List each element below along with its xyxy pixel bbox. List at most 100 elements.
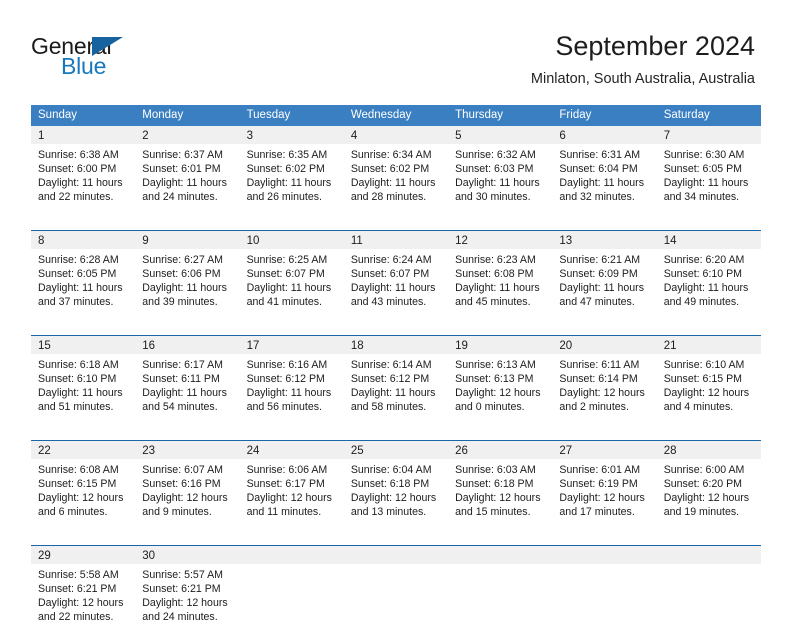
week-spacer bbox=[31, 321, 761, 335]
day-details: Sunrise: 6:16 AM Sunset: 6:12 PM Daylight:… bbox=[240, 354, 344, 426]
day-number-band: 9 bbox=[135, 231, 240, 249]
sunrise-text: Sunrise: 6:21 AM bbox=[559, 254, 641, 266]
day-number: 10 bbox=[246, 235, 260, 247]
day-cell-empty bbox=[552, 546, 657, 640]
sunrise-text: Sunrise: 6:35 AM bbox=[246, 149, 328, 161]
daylight-text-line2: and 37 minutes. bbox=[38, 296, 114, 308]
daylight-text-line1: Daylight: 11 hours bbox=[38, 282, 123, 294]
sunset-text: Sunset: 6:04 PM bbox=[559, 163, 638, 175]
sunrise-text: Sunrise: 6:34 AM bbox=[350, 149, 432, 161]
daylight-text-line2: and 51 minutes. bbox=[38, 401, 114, 413]
calendar-weeks: 1 Sunrise: 6:38 AM Sunset: 6:00 PM Daylight… bbox=[31, 126, 761, 640]
day-cell[interactable]: 6 Sunrise: 6:31 AM Sunset: 6:04 PM Daylight… bbox=[552, 126, 657, 216]
day-details: Sunrise: 6:34 AM Sunset: 6:02 PM Daylight:… bbox=[344, 144, 448, 216]
day-details: Sunrise: 6:14 AM Sunset: 6:12 PM Daylight:… bbox=[344, 354, 448, 426]
day-number-band: 29 bbox=[31, 546, 136, 564]
day-cell[interactable]: 8 Sunrise: 6:28 AM Sunset: 6:05 PM Daylight… bbox=[31, 231, 136, 321]
daylight-text-line1: Daylight: 12 hours bbox=[663, 387, 750, 399]
day-cell[interactable]: 2 Sunrise: 6:37 AM Sunset: 6:01 PM Daylight… bbox=[135, 126, 240, 216]
day-number-band: 23 bbox=[135, 441, 240, 459]
day-number: 6 bbox=[559, 130, 566, 142]
day-details: Sunrise: 6:28 AM Sunset: 6:05 PM Daylight:… bbox=[31, 249, 135, 321]
sunset-text: Sunset: 6:11 PM bbox=[142, 373, 220, 385]
day-cell[interactable]: 4 Sunrise: 6:34 AM Sunset: 6:02 PM Daylight… bbox=[343, 126, 449, 216]
daylight-text-line2: and 17 minutes. bbox=[559, 506, 635, 518]
sunset-text: Sunset: 6:06 PM bbox=[142, 268, 221, 280]
daylight-text-line1: Daylight: 11 hours bbox=[38, 387, 123, 399]
day-cell[interactable]: 16 Sunrise: 6:17 AM Sunset: 6:11 PM Dayligh… bbox=[135, 336, 240, 426]
day-cell[interactable]: 18 Sunrise: 6:14 AM Sunset: 6:12 PM Dayligh… bbox=[343, 336, 449, 426]
sunset-text: Sunset: 6:16 PM bbox=[142, 478, 221, 490]
day-cell[interactable]: 22 Sunrise: 6:08 AM Sunset: 6:15 PM Dayligh… bbox=[31, 441, 136, 531]
day-number-band: 24 bbox=[239, 441, 344, 459]
day-cell[interactable]: 9 Sunrise: 6:27 AM Sunset: 6:06 PM Daylight… bbox=[135, 231, 240, 321]
day-number: 24 bbox=[246, 445, 260, 457]
day-cell[interactable]: 5 Sunrise: 6:32 AM Sunset: 6:03 PM Daylight… bbox=[448, 126, 553, 216]
daylight-text-line2: and 34 minutes. bbox=[663, 191, 740, 203]
day-number: 13 bbox=[559, 235, 573, 247]
day-cell[interactable]: 24 Sunrise: 6:06 AM Sunset: 6:17 PM Dayligh… bbox=[239, 441, 344, 531]
day-cell[interactable]: 3 Sunrise: 6:35 AM Sunset: 6:02 PM Daylight… bbox=[239, 126, 344, 216]
sunrise-text: Sunrise: 6:14 AM bbox=[350, 359, 432, 371]
day-details bbox=[657, 564, 761, 636]
day-details: Sunrise: 6:24 AM Sunset: 6:07 PM Daylight:… bbox=[344, 249, 448, 321]
day-cell[interactable]: 30 Sunrise: 5:57 AM Sunset: 6:21 PM Dayligh… bbox=[135, 546, 240, 640]
day-cell[interactable]: 10 Sunrise: 6:25 AM Sunset: 6:07 PM Dayligh… bbox=[239, 231, 344, 321]
sunset-text: Sunset: 6:08 PM bbox=[455, 268, 534, 280]
sunset-text: Sunset: 6:03 PM bbox=[455, 163, 534, 175]
daylight-text-line2: and 26 minutes. bbox=[246, 191, 322, 203]
day-cell[interactable]: 25 Sunrise: 6:04 AM Sunset: 6:18 PM Dayligh… bbox=[343, 441, 449, 531]
day-cell[interactable]: 20 Sunrise: 6:11 AM Sunset: 6:14 PM Dayligh… bbox=[552, 336, 657, 426]
day-cell[interactable]: 23 Sunrise: 6:07 AM Sunset: 6:16 PM Dayligh… bbox=[135, 441, 240, 531]
sunset-text: Sunset: 6:07 PM bbox=[350, 268, 430, 280]
sunset-text: Sunset: 6:10 PM bbox=[663, 268, 743, 280]
day-cell[interactable]: 26 Sunrise: 6:03 AM Sunset: 6:18 PM Dayligh… bbox=[448, 441, 553, 531]
day-number: 26 bbox=[455, 445, 468, 457]
day-cell[interactable]: 11 Sunrise: 6:24 AM Sunset: 6:07 PM Dayligh… bbox=[343, 231, 449, 321]
day-details: Sunrise: 6:20 AM Sunset: 6:10 PM Daylight:… bbox=[657, 249, 761, 321]
sunset-text: Sunset: 6:13 PM bbox=[455, 373, 534, 385]
day-cell[interactable]: 19 Sunrise: 6:13 AM Sunset: 6:13 PM Dayligh… bbox=[448, 336, 553, 426]
day-cell[interactable]: 29 Sunrise: 5:58 AM Sunset: 6:21 PM Dayligh… bbox=[31, 546, 136, 640]
sunrise-text: Sunrise: 6:32 AM bbox=[455, 149, 536, 161]
sunset-text: Sunset: 6:05 PM bbox=[663, 163, 743, 175]
day-cell[interactable]: 7 Sunrise: 6:30 AM Sunset: 6:05 PM Daylight… bbox=[656, 126, 761, 216]
sunset-text: Sunset: 6:09 PM bbox=[559, 268, 638, 280]
weekday-header-tuesday: Tuesday bbox=[246, 109, 291, 121]
sunset-text: Sunset: 6:21 PM bbox=[142, 583, 221, 595]
daylight-text-line2: and 0 minutes. bbox=[455, 401, 525, 413]
day-number: 18 bbox=[350, 340, 364, 352]
day-cell[interactable]: 27 Sunrise: 6:01 AM Sunset: 6:19 PM Dayligh… bbox=[552, 441, 657, 531]
day-number-band: 12 bbox=[448, 231, 553, 249]
day-number-band bbox=[448, 546, 553, 564]
page-header: General Blue September 2024 Minlaton, So… bbox=[0, 0, 792, 100]
day-cell[interactable]: 12 Sunrise: 6:23 AM Sunset: 6:08 PM Dayligh… bbox=[448, 231, 553, 321]
general-blue-logo[interactable]: General Blue bbox=[31, 33, 161, 83]
day-number-band bbox=[552, 546, 657, 564]
day-details: Sunrise: 6:31 AM Sunset: 6:04 PM Daylight:… bbox=[552, 144, 656, 216]
sunrise-text: Sunrise: 6:13 AM bbox=[455, 359, 536, 371]
daylight-text-line2: and 6 minutes. bbox=[38, 506, 108, 518]
daylight-text-line1: Daylight: 11 hours bbox=[663, 177, 749, 189]
day-number: 14 bbox=[663, 235, 677, 247]
day-cell[interactable]: 15 Sunrise: 6:18 AM Sunset: 6:10 PM Dayligh… bbox=[31, 336, 136, 426]
day-cell[interactable]: 1 Sunrise: 6:38 AM Sunset: 6:00 PM Daylight… bbox=[31, 126, 136, 216]
daylight-text-line2: and 11 minutes. bbox=[246, 506, 322, 518]
day-details: Sunrise: 6:23 AM Sunset: 6:08 PM Daylight:… bbox=[448, 249, 552, 321]
daylight-text-line1: Daylight: 11 hours bbox=[350, 282, 436, 294]
day-cell[interactable]: 28 Sunrise: 6:00 AM Sunset: 6:20 PM Dayligh… bbox=[656, 441, 761, 531]
week-spacer bbox=[31, 531, 761, 545]
day-number: 19 bbox=[455, 340, 468, 352]
sunrise-text: Sunrise: 6:00 AM bbox=[663, 464, 745, 476]
daylight-text-line2: and 9 minutes. bbox=[142, 506, 212, 518]
daylight-text-line1: Daylight: 12 hours bbox=[38, 492, 124, 504]
day-cell[interactable]: 14 Sunrise: 6:20 AM Sunset: 6:10 PM Dayligh… bbox=[656, 231, 761, 321]
sunset-text: Sunset: 6:14 PM bbox=[559, 373, 638, 385]
day-details: Sunrise: 6:35 AM Sunset: 6:02 PM Daylight:… bbox=[240, 144, 344, 216]
day-cell[interactable]: 21 Sunrise: 6:10 AM Sunset: 6:15 PM Dayligh… bbox=[656, 336, 761, 426]
day-number-band: 3 bbox=[239, 126, 344, 144]
day-cell[interactable]: 13 Sunrise: 6:21 AM Sunset: 6:09 PM Dayligh… bbox=[552, 231, 657, 321]
day-number-band: 1 bbox=[31, 126, 136, 144]
day-cell[interactable]: 17 Sunrise: 6:16 AM Sunset: 6:12 PM Dayligh… bbox=[239, 336, 344, 426]
daylight-text-line2: and 32 minutes. bbox=[559, 191, 635, 203]
